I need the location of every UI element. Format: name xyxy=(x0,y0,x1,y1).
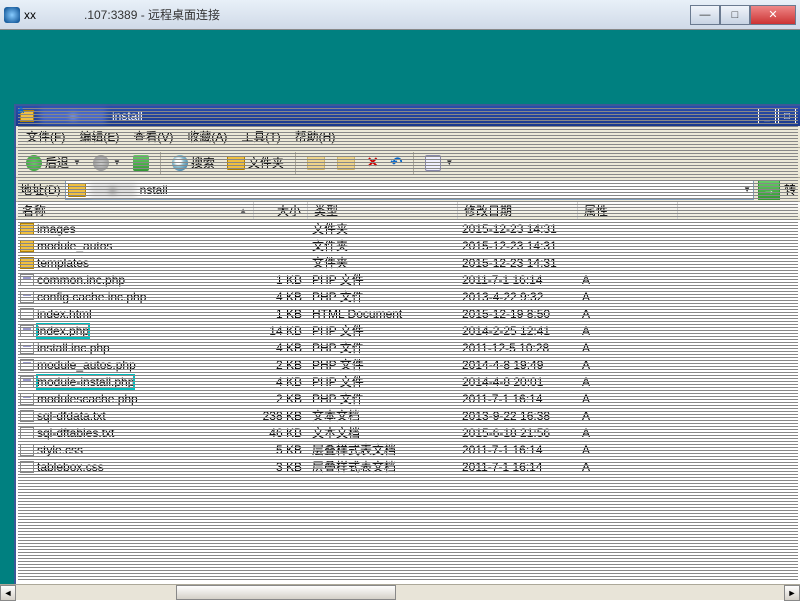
minimize-button[interactable]: — xyxy=(690,5,720,25)
maximize-button[interactable]: □ xyxy=(720,5,750,25)
rdp-icon: xx xyxy=(4,5,84,25)
close-button[interactable]: ✕ xyxy=(750,5,796,25)
remote-desktop: x install _ □ 文件(F) 编辑(E) 查看(V) 收藏(A) 工具… xyxy=(0,30,800,584)
rdp-titlebar: xx .107:3389 - 远程桌面连接 — □ ✕ xyxy=(0,0,800,30)
horizontal-scrollbar[interactable]: ◄ ► xyxy=(0,584,800,600)
rdp-host-blurred: xx xyxy=(24,8,36,22)
file-list[interactable]: images文件夹2015-12-23 14:31module_autos文件夹… xyxy=(16,220,800,584)
explorer-window: x install _ □ 文件(F) 编辑(E) 查看(V) 收藏(A) 工具… xyxy=(14,104,800,584)
scroll-track[interactable] xyxy=(16,585,784,600)
scroll-thumb[interactable] xyxy=(176,585,396,600)
txt-icon xyxy=(20,427,34,439)
rdp-title: .107:3389 - 远程桌面连接 xyxy=(84,6,690,23)
scroll-left-button[interactable]: ◄ xyxy=(0,585,16,601)
scroll-right-button[interactable]: ► xyxy=(784,585,800,601)
table-row[interactable]: sql-dftables.txt46 KB文本文档2015-6-18 21:56… xyxy=(16,424,800,441)
